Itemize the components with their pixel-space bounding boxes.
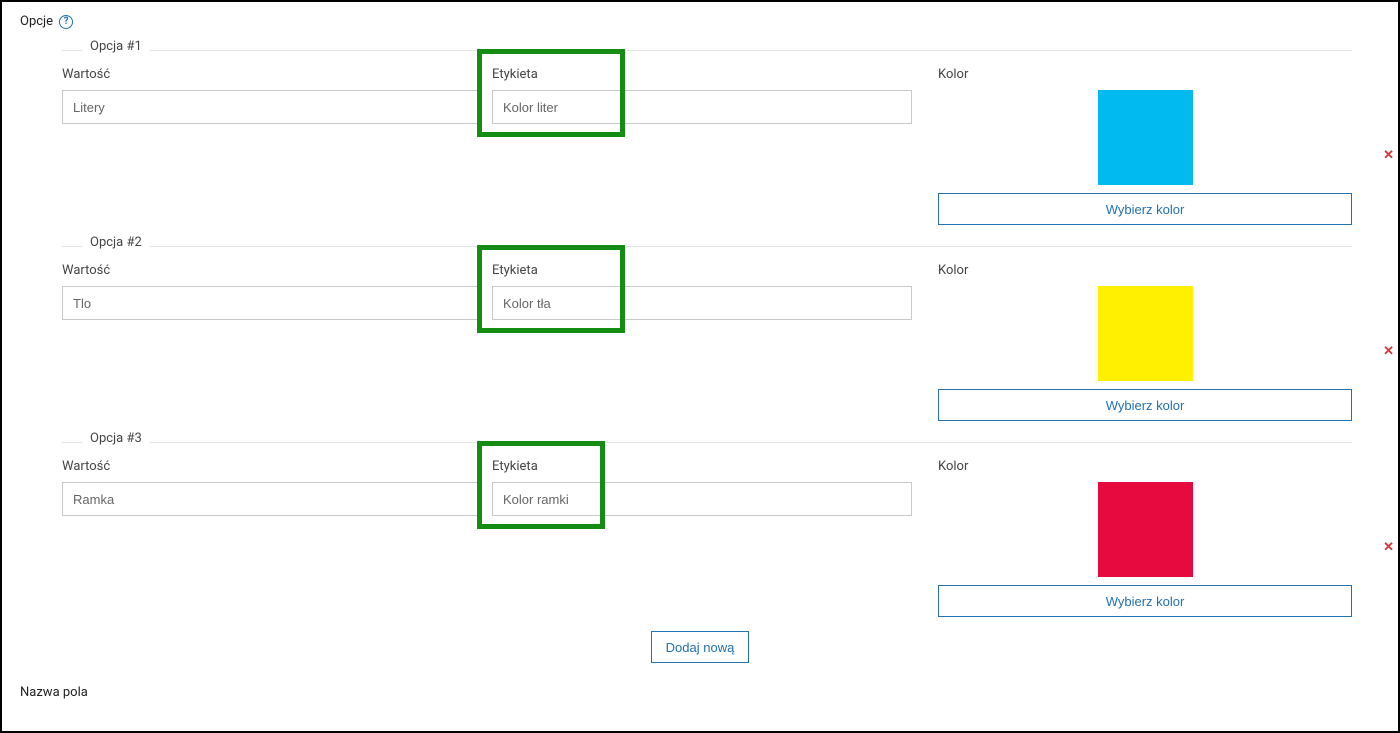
label-column: Etykieta [492,459,912,516]
option-block: Opcja #1 Wartość Etykieta Kolor Wybierz … [20,43,1380,225]
color-swatch [1098,90,1193,185]
color-column: Kolor Wybierz kolor [938,263,1352,421]
option-legend: Opcja #1 [62,43,1352,57]
value-label: Wartość [62,459,482,474]
option-block: Opcja #2 Wartość Etykieta Kolor Wybierz … [20,239,1380,421]
label-column: Etykieta [492,67,912,124]
add-row: Dodaj nową [20,631,1380,663]
option-legend-text: Opcja #1 [82,39,150,54]
color-swatch [1098,286,1193,381]
label-input[interactable] [492,286,912,320]
color-label: Kolor [938,459,1352,474]
value-input[interactable] [62,286,482,320]
pick-color-button[interactable]: Wybierz kolor [938,193,1352,225]
label-input[interactable] [492,482,912,516]
option-legend: Opcja #2 [62,239,1352,253]
pick-color-button[interactable]: Wybierz kolor [938,585,1352,617]
option-legend: Opcja #3 [62,435,1352,449]
label-input[interactable] [492,90,912,124]
color-label: Kolor [938,67,1352,82]
close-icon[interactable]: ✕ [1383,345,1394,358]
color-label: Kolor [938,263,1352,278]
value-label: Wartość [62,67,482,82]
label-label: Etykieta [492,263,912,278]
option-legend-text: Opcja #2 [82,235,150,250]
value-label: Wartość [62,263,482,278]
option-block: Opcja #3 Wartość Etykieta Kolor Wybierz … [20,435,1380,617]
options-title: Opcje [20,14,53,29]
options-header: Opcje ? [20,14,1380,29]
help-icon[interactable]: ? [59,15,73,29]
value-column: Wartość [62,459,482,516]
label-label: Etykieta [492,67,912,82]
value-input[interactable] [62,90,482,124]
value-column: Wartość [62,263,482,320]
label-label: Etykieta [492,459,912,474]
color-column: Kolor Wybierz kolor [938,459,1352,617]
pick-color-button[interactable]: Wybierz kolor [938,389,1352,421]
value-column: Wartość [62,67,482,124]
color-swatch [1098,482,1193,577]
value-input[interactable] [62,482,482,516]
options-panel: Opcje ? Opcja #1 Wartość Etykieta Kolor … [0,0,1400,733]
field-name-label: Nazwa pola [20,685,1380,700]
color-column: Kolor Wybierz kolor [938,67,1352,225]
close-icon[interactable]: ✕ [1383,541,1394,554]
add-new-button[interactable]: Dodaj nową [651,631,750,663]
close-icon[interactable]: ✕ [1383,149,1394,162]
option-legend-text: Opcja #3 [82,431,150,446]
label-column: Etykieta [492,263,912,320]
